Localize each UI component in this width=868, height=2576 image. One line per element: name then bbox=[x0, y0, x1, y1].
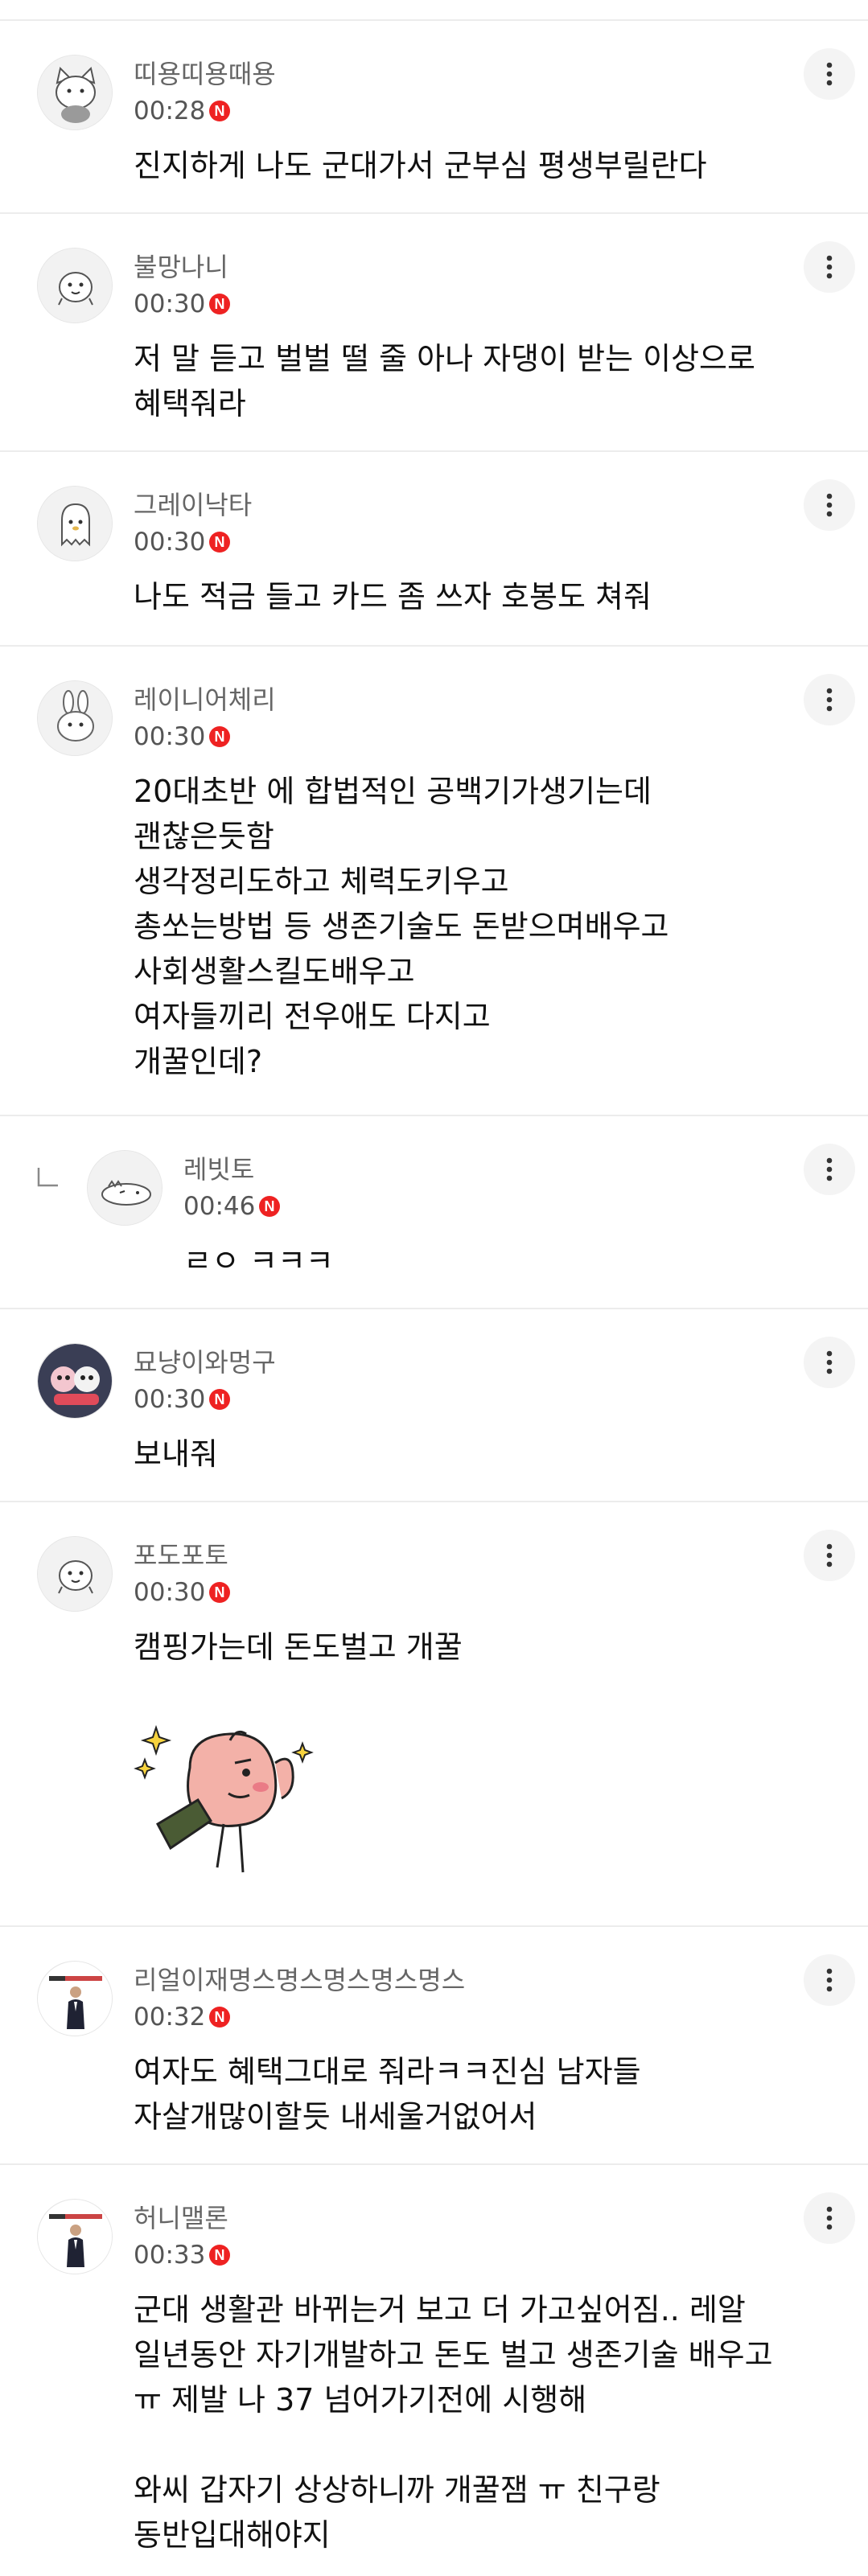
comment-author[interactable]: 불망나니 bbox=[134, 251, 228, 283]
avatar[interactable] bbox=[37, 1536, 113, 1612]
new-badge-icon: N bbox=[209, 1582, 230, 1603]
new-badge-icon: N bbox=[209, 294, 230, 314]
more-options-button[interactable] bbox=[804, 1337, 855, 1388]
new-badge-icon: N bbox=[209, 532, 230, 553]
comment-author[interactable]: 띠용띠용때용 bbox=[134, 58, 276, 90]
comment-item: 불망나니 00:30 N 저 말 듣고 벌벌 떨 줄 아나 자댕이 받는 이상으로혜택… bbox=[0, 214, 868, 452]
comment-item: 레이니어체리 00:30 N 20대초반 에 합법적인 공백기가생기는데괜찮은듯함생각… bbox=[0, 647, 868, 1116]
comment-text-line: 와씨 갑자기 상상하니까 개꿀잼 ㅠ 친구랑 bbox=[134, 2472, 660, 2508]
comment-time: 00:28 bbox=[134, 97, 206, 125]
comment-text-line: 군대 생활관 바뀌는거 보고 더 가고싶어짐.. 레알 bbox=[134, 2292, 746, 2327]
comment-text-line: 자살개많이할듯 내세울거없어서 bbox=[134, 2099, 537, 2134]
comment-author[interactable]: 리얼이재명스명스명스명스명스 bbox=[134, 1964, 465, 1996]
comment-text-line: 괜찮은듯함 bbox=[134, 819, 274, 854]
comment-item: 묘냥이와멍구 00:30 N 보내줘 bbox=[0, 1309, 868, 1502]
more-options-button[interactable] bbox=[804, 48, 855, 100]
more-options-button[interactable] bbox=[804, 479, 855, 531]
comment-text-line: 20대초반 에 합법적인 공백기가생기는데 bbox=[134, 774, 652, 809]
avatar[interactable] bbox=[37, 1961, 113, 2036]
new-badge-icon: N bbox=[209, 726, 230, 747]
comment-time: 00:30 bbox=[134, 722, 206, 751]
avatar[interactable] bbox=[37, 486, 113, 561]
more-options-button[interactable] bbox=[804, 674, 855, 725]
comment-author[interactable]: 그레이낙타 bbox=[134, 489, 252, 521]
avatar[interactable] bbox=[37, 55, 113, 130]
more-options-button[interactable] bbox=[804, 241, 855, 293]
avatar[interactable] bbox=[87, 1150, 162, 1226]
comment-time: 00:33 bbox=[134, 2241, 206, 2270]
comment-text-line: 진지하게 나도 군대가서 군부심 평생부릴란다 bbox=[134, 148, 707, 183]
more-options-button[interactable] bbox=[804, 1954, 855, 2006]
comment-time: 00:30 bbox=[134, 528, 206, 557]
new-badge-icon: N bbox=[209, 2007, 230, 2028]
comment-text-line: 동반입대해야지 bbox=[134, 2517, 331, 2553]
comment-item: 포도포토 00:30 N 캠핑가는데 돈도벌고 개꿀 bbox=[0, 1502, 868, 1927]
comment-time: 00:32 bbox=[134, 2003, 206, 2032]
comment-text-line: 저 말 듣고 벌벌 떨 줄 아나 자댕이 받는 이상으로 bbox=[134, 341, 755, 376]
more-options-button[interactable] bbox=[804, 2192, 855, 2244]
comment-time: 00:30 bbox=[134, 290, 206, 318]
comment-author[interactable]: 포도포토 bbox=[134, 1539, 228, 1571]
comment-author[interactable]: 레이니어체리 bbox=[134, 684, 276, 716]
comment-author[interactable]: 레빗토 bbox=[183, 1153, 254, 1185]
more-options-button[interactable] bbox=[804, 1530, 855, 1581]
comment-item: 리얼이재명스명스명스명스명스 00:32 N 여자도 혜택그대로 줘라ㅋㅋ진심 남자들… bbox=[0, 1927, 868, 2165]
comment-text-line: 혜택줘라 bbox=[134, 386, 246, 421]
new-badge-icon: N bbox=[209, 2245, 230, 2266]
comment-text-line: 캠핑가는데 돈도벌고 개꿀 bbox=[134, 1629, 463, 1665]
comment-text-line: ㄹㅇ ㅋㅋㅋ bbox=[183, 1243, 334, 1279]
peach-sticker-image bbox=[134, 1724, 314, 1873]
comment-text-line: 사회생활스킬도배우고 bbox=[134, 954, 415, 989]
comment-text-line: 여자들끼리 전우애도 다지고 bbox=[134, 999, 491, 1034]
avatar[interactable] bbox=[37, 248, 113, 323]
comment-time: 00:30 bbox=[134, 1385, 206, 1414]
new-badge-icon: N bbox=[209, 101, 230, 121]
comment-time: 00:46 bbox=[183, 1192, 256, 1221]
comment-text-line: 여자도 혜택그대로 줘라ㅋㅋ진심 남자들 bbox=[134, 2054, 641, 2089]
comment-item: 띠용띠용때용 00:28 N 진지하게 나도 군대가서 군부심 평생부릴란다 bbox=[0, 21, 868, 214]
comment-item: 허니맬론 00:33 N 군대 생활관 바뀌는거 보고 더 가고싶어짐.. 레알일년동… bbox=[0, 2165, 868, 2576]
avatar[interactable] bbox=[37, 2199, 113, 2274]
comment-text-line: 개꿀인데? bbox=[134, 1044, 263, 1079]
reply-arrow-icon bbox=[37, 1168, 58, 1187]
comment-text-line: 일년동안 자기개발하고 돈도 벌고 생존기술 배우고 bbox=[134, 2337, 773, 2373]
comment-author[interactable]: 허니맬론 bbox=[134, 2202, 228, 2234]
comment-item: 그레이낙타 00:30 N 나도 적금 들고 카드 좀 쓰자 호봉도 쳐줘 bbox=[0, 452, 868, 647]
comment-text-line: 총쏘는방법 등 생존기술도 돈받으며배우고 bbox=[134, 909, 669, 944]
comment-time: 00:30 bbox=[134, 1578, 206, 1607]
comment-text-line: 생각정리도하고 체력도키우고 bbox=[134, 864, 509, 899]
reply-comment: 레빗토 00:46 N ㄹㅇ ㅋㅋㅋ bbox=[0, 1116, 868, 1309]
avatar[interactable] bbox=[37, 680, 113, 756]
comment-author[interactable]: 묘냥이와멍구 bbox=[134, 1346, 276, 1378]
comment-text-line: 보내줘 bbox=[134, 1436, 218, 1472]
new-badge-icon: N bbox=[259, 1196, 280, 1217]
more-options-button[interactable] bbox=[804, 1144, 855, 1195]
avatar[interactable] bbox=[37, 1343, 113, 1419]
comment-text-line: ㅠ 제발 나 37 넘어가기전에 시행해 bbox=[134, 2382, 587, 2418]
comment-text-line: 나도 적금 들고 카드 좀 쓰자 호봉도 쳐줘 bbox=[134, 579, 652, 614]
new-badge-icon: N bbox=[209, 1389, 230, 1410]
